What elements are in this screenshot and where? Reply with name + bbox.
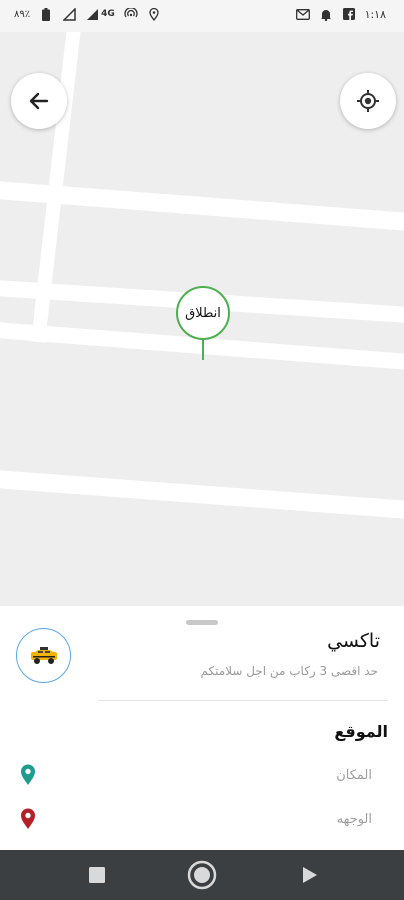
location-section-title: الموقع bbox=[334, 722, 388, 741]
status-left: ٨٩٪ 4G bbox=[14, 7, 161, 21]
back-button[interactable] bbox=[11, 73, 67, 129]
battery-percent: ٨٩٪ bbox=[14, 8, 31, 20]
my-location-button[interactable] bbox=[340, 73, 396, 129]
battery-icon bbox=[39, 7, 53, 21]
taxi-service-avatar[interactable] bbox=[16, 628, 71, 683]
location-icon bbox=[147, 7, 161, 21]
origin-label: المكان bbox=[336, 768, 372, 783]
hotspot-icon bbox=[124, 7, 138, 21]
destination-field[interactable]: الوجهه bbox=[0, 806, 404, 836]
service-subtitle: حد اقصى 3 ركاب من اجل سلامتكم bbox=[200, 664, 378, 678]
notification-bell-icon bbox=[319, 7, 333, 21]
bottom-sheet: تاكسي حد اقصى 3 ركاب من اجل سلامتكم المو… bbox=[0, 606, 404, 850]
status-bar: ٨٩٪ 4G ١:١٨ bbox=[0, 0, 404, 32]
back-nav-button[interactable] bbox=[295, 860, 325, 890]
pickup-pin[interactable]: انطلاق bbox=[176, 286, 230, 360]
pickup-pin-label: انطلاق bbox=[176, 286, 230, 340]
home-button[interactable] bbox=[187, 860, 217, 890]
facebook-icon bbox=[342, 7, 356, 21]
signal-icon bbox=[62, 7, 76, 21]
destination-pin-icon bbox=[21, 808, 35, 829]
taxi-icon bbox=[30, 646, 57, 664]
sheet-drag-handle[interactable] bbox=[186, 620, 218, 625]
divider bbox=[98, 700, 388, 701]
clock: ١:١٨ bbox=[364, 7, 386, 21]
service-title: تاكسي bbox=[327, 630, 380, 652]
origin-pin-icon bbox=[21, 764, 35, 785]
home-icon bbox=[187, 860, 217, 890]
status-right: ١:١٨ bbox=[295, 7, 386, 21]
pickup-pin-stem bbox=[202, 340, 204, 360]
network-type: 4G bbox=[101, 9, 115, 19]
destination-label: الوجهه bbox=[336, 812, 372, 827]
arrow-left-icon bbox=[29, 92, 49, 110]
stop-icon bbox=[89, 867, 105, 883]
origin-field[interactable]: المكان bbox=[0, 762, 404, 792]
signal-4g-icon bbox=[85, 7, 99, 21]
map-view[interactable]: انطلاق bbox=[0, 32, 404, 612]
system-nav-bar bbox=[0, 850, 404, 900]
play-icon bbox=[303, 867, 317, 883]
crosshair-icon bbox=[357, 90, 379, 112]
gmail-icon bbox=[295, 7, 310, 21]
recents-button[interactable] bbox=[82, 860, 112, 890]
